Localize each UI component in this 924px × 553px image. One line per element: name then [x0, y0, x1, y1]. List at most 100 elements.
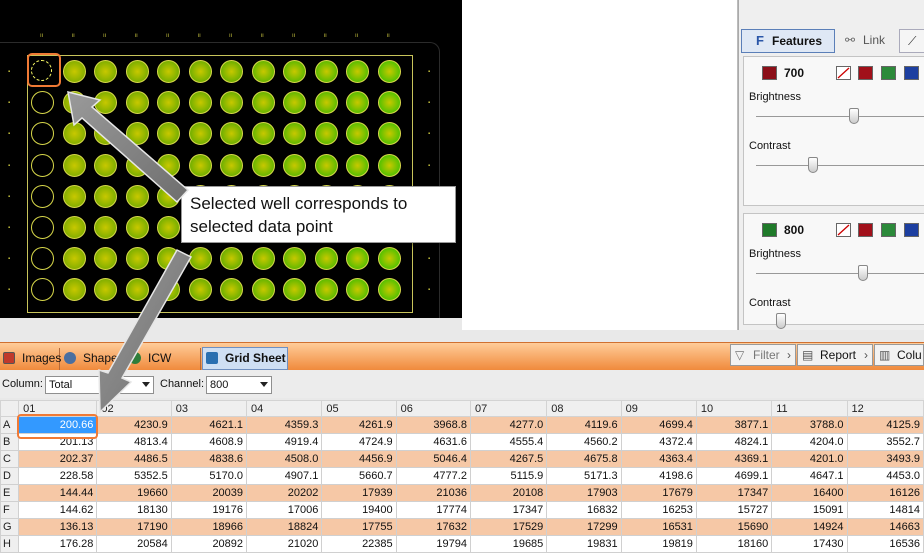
grid-cell[interactable]: 17347 — [469, 501, 548, 519]
column-select[interactable]: Total — [45, 376, 154, 394]
well[interactable] — [157, 184, 180, 208]
row-header[interactable]: G — [0, 518, 20, 536]
columns-button[interactable]: ▥ Colu — [874, 344, 924, 366]
grid-cell[interactable]: 18966 — [170, 518, 248, 536]
row-header[interactable]: H — [0, 535, 20, 553]
well[interactable] — [377, 91, 401, 115]
well[interactable] — [125, 247, 149, 271]
grid-cell[interactable]: 19400 — [321, 501, 397, 519]
well[interactable] — [62, 216, 86, 239]
grid-cell[interactable]: 19794 — [395, 535, 471, 553]
grid-cell[interactable]: 4699.4 — [620, 416, 697, 434]
well[interactable] — [94, 184, 117, 208]
contrast-slider-handle[interactable] — [808, 157, 818, 173]
grid-cell[interactable]: 4560.2 — [546, 433, 622, 451]
well[interactable] — [220, 153, 243, 177]
grid-cell[interactable]: 4647.1 — [771, 467, 848, 485]
well[interactable] — [314, 122, 338, 146]
grid-cell[interactable]: 20584 — [96, 535, 172, 553]
grid-cell[interactable]: 5170.0 — [170, 467, 248, 485]
well[interactable] — [157, 153, 180, 177]
grid-cell[interactable]: 20202 — [246, 484, 323, 502]
column-header[interactable]: 02 — [96, 400, 172, 417]
well[interactable] — [314, 247, 338, 271]
well[interactable] — [251, 122, 275, 146]
well[interactable] — [62, 247, 86, 271]
well[interactable] — [251, 91, 275, 115]
well[interactable] — [251, 153, 275, 177]
well[interactable] — [157, 216, 180, 239]
plate-image-view[interactable]: ıııııııııııııııııııııııı▪▪▪▪▪▪▪▪▪▪▪▪▪▪▪▪ — [0, 0, 462, 318]
row-header[interactable]: B — [0, 433, 20, 451]
grid-cell[interactable]: 5115.9 — [469, 467, 548, 485]
grid-cell[interactable]: 17632 — [395, 518, 471, 536]
grid-cell[interactable]: 228.58 — [18, 467, 98, 485]
grid-cell[interactable]: 19176 — [170, 501, 248, 519]
well[interactable] — [94, 60, 117, 83]
well[interactable] — [62, 184, 86, 208]
well[interactable] — [377, 122, 401, 146]
grid-cell[interactable]: 16400 — [771, 484, 848, 502]
well[interactable] — [188, 153, 212, 177]
grid-cell[interactable]: 4201.0 — [771, 450, 848, 468]
grid-cell[interactable]: 4119.6 — [546, 416, 622, 434]
grid-cell[interactable]: 17190 — [96, 518, 172, 536]
well[interactable] — [125, 216, 149, 239]
column-header[interactable]: 10 — [695, 400, 773, 417]
column-header[interactable]: 08 — [546, 400, 622, 417]
well[interactable] — [62, 91, 86, 115]
grid-cell[interactable]: 4277.0 — [469, 416, 548, 434]
grid-cell[interactable]: 16536 — [846, 535, 924, 553]
well[interactable] — [251, 60, 275, 83]
grid-cell[interactable]: 18160 — [695, 535, 773, 553]
grid-cell[interactable]: 4363.4 — [620, 450, 697, 468]
grid-cell[interactable]: 4907.1 — [246, 467, 323, 485]
grid-cell[interactable]: 4125.9 — [846, 416, 924, 434]
contrast-slider-handle[interactable] — [776, 313, 786, 329]
well[interactable] — [125, 60, 149, 83]
well[interactable] — [62, 278, 86, 302]
grid-cell[interactable]: 3493.9 — [846, 450, 924, 468]
filter-button[interactable]: ▽ Filter › — [730, 344, 796, 366]
brightness-slider-handle[interactable] — [849, 108, 859, 124]
grid-cell[interactable]: 3968.8 — [395, 416, 471, 434]
grid-cell[interactable]: 4486.5 — [96, 450, 172, 468]
well[interactable] — [62, 60, 86, 83]
grid-cell[interactable]: 17529 — [469, 518, 548, 536]
row-header[interactable]: D — [0, 467, 20, 485]
grid-cell[interactable]: 17006 — [246, 501, 323, 519]
grid-cell[interactable]: 5660.7 — [321, 467, 397, 485]
well[interactable] — [283, 60, 306, 83]
grid-cell[interactable]: 19685 — [469, 535, 548, 553]
brightness-slider-track[interactable] — [756, 273, 924, 274]
well[interactable] — [31, 184, 54, 208]
grid-cell[interactable]: 18130 — [96, 501, 172, 519]
grid-cell[interactable]: 16253 — [620, 501, 697, 519]
well[interactable] — [314, 278, 338, 302]
well[interactable] — [251, 247, 275, 271]
grid-cell[interactable]: 4508.0 — [246, 450, 323, 468]
column-header[interactable]: 07 — [469, 400, 548, 417]
contrast-slider-track[interactable] — [756, 165, 924, 166]
no-color-icon[interactable] — [836, 66, 851, 80]
grid-cell[interactable]: 17299 — [546, 518, 622, 536]
grid-cell[interactable]: 144.44 — [18, 484, 98, 502]
grid-cell[interactable]: 4453.0 — [846, 467, 924, 485]
grid-cell[interactable]: 20039 — [170, 484, 248, 502]
grid-cell[interactable]: 4813.4 — [96, 433, 172, 451]
grid-cell[interactable]: 19660 — [96, 484, 172, 502]
well[interactable] — [346, 60, 369, 83]
grid-cell[interactable]: 20108 — [469, 484, 548, 502]
grid-cell[interactable]: 14924 — [771, 518, 848, 536]
grid-cell[interactable]: 14663 — [846, 518, 924, 536]
tab-icw-wells[interactable]: ICW Wells — [126, 348, 201, 385]
grid-cell[interactable]: 4838.6 — [170, 450, 248, 468]
well[interactable] — [377, 247, 401, 271]
well[interactable] — [125, 91, 149, 115]
well[interactable] — [31, 153, 54, 177]
grid-cell[interactable]: 4267.5 — [469, 450, 548, 468]
row-header[interactable]: A — [0, 416, 20, 434]
well[interactable] — [377, 60, 401, 83]
well[interactable] — [31, 216, 54, 239]
well[interactable] — [188, 278, 212, 302]
